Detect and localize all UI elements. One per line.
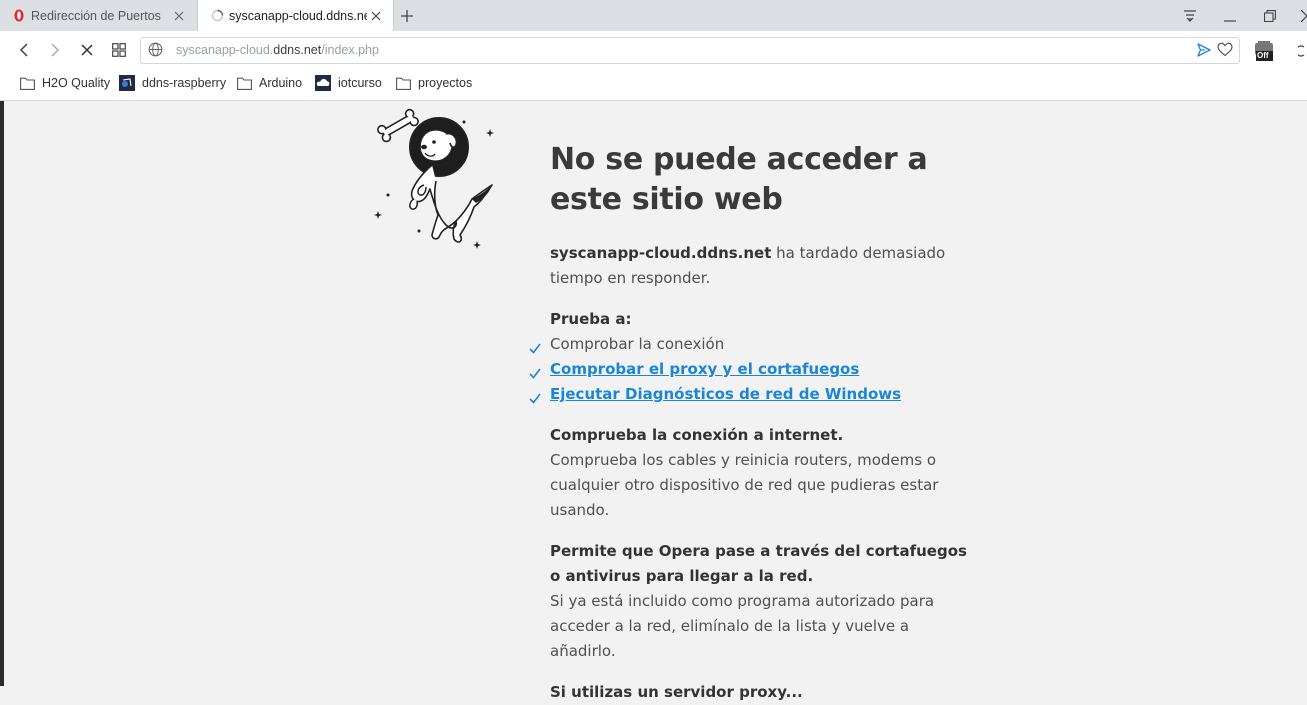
opera-favicon-icon [11, 8, 27, 24]
url-text[interactable]: syscanapp-cloud.ddns.net/index.php [176, 43, 379, 57]
heart-icon[interactable] [1217, 42, 1233, 62]
send-icon[interactable] [1196, 42, 1212, 63]
checkmark-icon [529, 387, 541, 412]
close-window-icon[interactable] [1295, 4, 1307, 28]
loading-spinner-icon [209, 8, 225, 24]
bookmark-h2o-quality[interactable]: H2O Quality [19, 68, 110, 98]
close-tab-icon[interactable] [367, 7, 385, 25]
run-windows-diagnostics-link[interactable]: Ejecutar Diagnósticos de red de Windows [550, 385, 901, 403]
new-tab-button[interactable] [397, 6, 417, 26]
bookmark-ddns-raspberry[interactable]: ddns-raspberry [119, 68, 226, 98]
sync-icon[interactable] [1298, 40, 1307, 60]
bookmark-label: iotcurso [338, 76, 382, 90]
section-proxy: Si utilizas un servidor proxy... [550, 680, 970, 705]
folder-icon [236, 75, 252, 91]
url-path: /index.php [321, 43, 379, 57]
close-tab-icon[interactable] [170, 7, 188, 25]
minimize-icon[interactable] [1218, 4, 1242, 28]
section-title: Si utilizas un servidor proxy... [550, 683, 803, 701]
suggestion-check-proxy: Comprobar el proxy y el cortafuegos [529, 357, 970, 382]
tab-menu-icon[interactable] [1178, 4, 1202, 28]
globe-icon[interactable] [148, 42, 163, 62]
section-body: Comprueba los cables y reinicia routers,… [550, 451, 939, 519]
address-bar[interactable]: syscanapp-cloud.ddns.net/index.php [140, 37, 1240, 64]
section-body: Si ya está incluido como programa autori… [550, 592, 935, 660]
timeout-message: syscanapp-cloud.ddns.net ha tardado dema… [550, 241, 970, 291]
checkmark-icon [529, 362, 541, 387]
section-title: Comprueba la conexión a internet. [550, 426, 844, 444]
raspberry-site-icon [119, 75, 135, 91]
check-proxy-firewall-link[interactable]: Comprobar el proxy y el cortafuegos [550, 360, 859, 378]
url-domain: ddns.net [273, 43, 322, 57]
forward-button[interactable] [43, 38, 67, 62]
host-name: syscanapp-cloud.ddns.net [550, 244, 772, 262]
bookmark-iotcurso[interactable]: iotcurso [315, 68, 382, 98]
restore-icon[interactable] [1258, 4, 1282, 28]
error-message: No se puede acceder a este sitio web sys… [529, 140, 970, 705]
astronaut-dog-illustration-icon [372, 107, 502, 257]
bookmarks-bar: H2O Quality ddns-raspberry Arduino iotcu… [0, 68, 1307, 101]
tab-title: Redirección de Puertos [31, 8, 161, 23]
url-subdomain: syscanapp-cloud. [176, 43, 274, 57]
stop-loading-button[interactable] [75, 38, 99, 62]
speed-dial-icon[interactable] [107, 38, 131, 62]
suggestions-heading: Prueba a: [550, 310, 632, 328]
folder-icon [19, 75, 35, 91]
checkmark-icon [529, 337, 541, 362]
suggestion-check-connection: Comprobar la conexión [529, 332, 970, 357]
tab-title: syscanapp-cloud.ddns.net [229, 8, 367, 23]
suggestions: Prueba a: Comprobar la conexión Comproba… [529, 307, 970, 407]
battery-off-label: Off [1257, 51, 1269, 60]
folder-icon [395, 75, 411, 91]
suggestion-run-diagnostics: Ejecutar Diagnósticos de red de Windows [529, 382, 970, 407]
bookmark-label: proyectos [418, 76, 473, 90]
tab-strip: Redirección de Puertos syscanapp-cloud.d… [0, 0, 1307, 31]
bookmark-label: H2O Quality [42, 76, 111, 90]
tab-redireccion-puertos[interactable]: Redirección de Puertos [0, 0, 196, 31]
back-button[interactable] [12, 38, 36, 62]
bookmark-arduino[interactable]: Arduino [236, 68, 302, 98]
battery-saver-icon[interactable]: Off [1253, 40, 1275, 62]
bookmark-label: ddns-raspberry [142, 76, 227, 90]
bookmark-label: Arduino [259, 76, 303, 90]
section-firewall: Permite que Opera pase a través del cort… [550, 539, 970, 664]
window-left-edge [0, 101, 4, 686]
bookmark-proyectos[interactable]: proyectos [395, 68, 472, 98]
cloud-site-icon [315, 75, 331, 91]
suggestion-text: Comprobar la conexión [550, 335, 725, 353]
section-check-internet: Comprueba la conexión a internet. Compru… [550, 423, 970, 523]
address-toolbar: syscanapp-cloud.ddns.net/index.php Off [0, 31, 1307, 68]
tab-syscanapp-cloud[interactable]: syscanapp-cloud.ddns.net [197, 0, 394, 31]
page-title: No se puede acceder a este sitio web [550, 142, 928, 217]
section-title: Permite que Opera pase a través del cort… [550, 542, 967, 585]
